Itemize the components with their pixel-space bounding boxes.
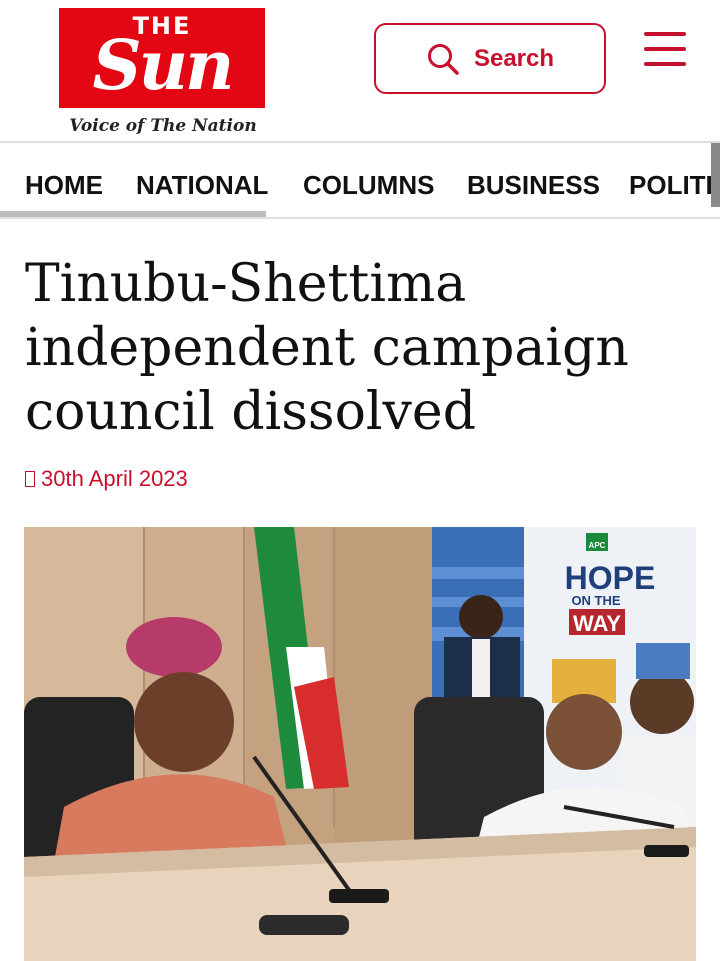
- poster-apc-logo: APC: [589, 541, 606, 550]
- site-header: THE Sun Voice of The Nation Search: [0, 0, 720, 141]
- the-sun-logo[interactable]: THE Sun Voice of The Nation: [57, 6, 269, 140]
- poster-hope: HOPE: [565, 560, 656, 596]
- article-headline: Tinubu-Shettima independent campaign cou…: [25, 254, 629, 442]
- nav-item-business[interactable]: BUSINESS: [467, 170, 600, 201]
- article-date-row: 30th April 2023: [25, 466, 188, 492]
- nav-active-indicator: [0, 211, 266, 217]
- search-label: Search: [473, 44, 555, 72]
- nav-item-politics[interactable]: POLITICS: [629, 170, 720, 201]
- calendar-icon: [25, 471, 35, 487]
- logo-sun-text: Sun: [92, 26, 235, 106]
- nav-scrollbar[interactable]: [711, 143, 720, 207]
- search-button[interactable]: Search: [374, 23, 606, 94]
- nav-item-national[interactable]: NATIONAL: [136, 170, 268, 201]
- article-date: 30th April 2023: [41, 466, 188, 491]
- nav-item-home[interactable]: HOME: [25, 170, 103, 201]
- poster-way: WAY: [573, 611, 621, 636]
- poster-on-the: ON THE: [571, 593, 620, 608]
- article-photo[interactable]: APC HOPE ON THE WAY: [24, 527, 696, 961]
- logo-red-box: THE Sun: [59, 8, 265, 108]
- search-icon: [427, 43, 459, 75]
- hamburger-menu-icon[interactable]: [644, 32, 688, 72]
- main-nav: HOME NATIONAL COLUMNS BUSINESS POLITICS: [0, 141, 720, 219]
- logo-tagline: Voice of The Nation: [69, 116, 257, 136]
- nav-item-columns[interactable]: COLUMNS: [303, 170, 434, 201]
